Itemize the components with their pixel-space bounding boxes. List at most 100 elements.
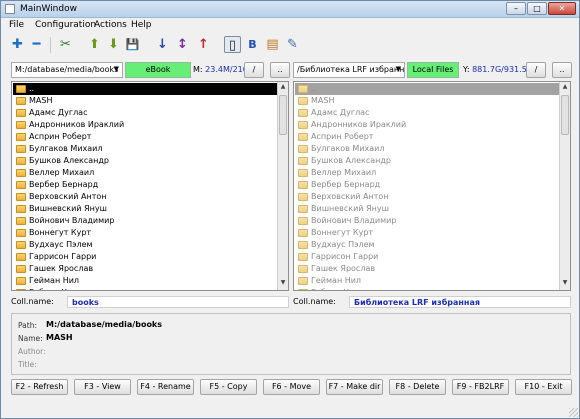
folder-icon	[298, 265, 308, 273]
list-item[interactable]: Гейман Нил	[295, 275, 559, 287]
list-item[interactable]: Воннегут Курт	[13, 227, 277, 239]
list-item[interactable]: Вишневский Януш	[295, 203, 559, 215]
list-item[interactable]: Вудхаус Пэлем	[13, 239, 277, 251]
left-scroll-thumb[interactable]	[279, 95, 287, 135]
copy-button[interactable]: F5 - Copy	[200, 379, 257, 395]
right-root-button[interactable]: /	[526, 62, 546, 78]
right-memory-label: Y:	[463, 65, 470, 74]
list-item[interactable]: Андронников Ираклий	[295, 119, 559, 131]
list-item[interactable]: Верховский Антон	[295, 191, 559, 203]
list-item[interactable]: ..	[295, 83, 559, 95]
add-icon[interactable]: ✚	[9, 36, 26, 53]
list-item-label: Веллер Михаил	[29, 168, 95, 177]
sort-asc-icon[interactable]: ↓	[154, 36, 171, 53]
exit-button[interactable]: F10 - Exit	[515, 379, 572, 395]
menu-help[interactable]: Help	[131, 20, 152, 30]
toolbar: ✚ ━ ✂ ⬆ ⬇ 💾 ↓ ↕ ↑ ▯ B ▤ ✎	[1, 33, 579, 57]
list-item[interactable]: Вербер Бернард	[13, 179, 277, 191]
list-item[interactable]: MASH	[13, 95, 277, 107]
list-item[interactable]: Вудхаус Пэлем	[295, 239, 559, 251]
folder-icon	[16, 121, 26, 129]
list-item[interactable]: Войнович Владимир	[13, 215, 277, 227]
list-item[interactable]: ..	[13, 83, 277, 95]
tools-icon[interactable]: ✂	[57, 36, 74, 53]
list-item-label: Булгаков Михаил	[311, 144, 385, 153]
scroll-up-icon[interactable]: ▲	[279, 83, 287, 93]
maximize-button[interactable]: □	[527, 2, 547, 15]
list-item[interactable]: Адамс Дуглас	[13, 107, 277, 119]
right-collection-label: Coll.name:	[293, 297, 336, 306]
list-item[interactable]: Гашек Ярослав	[295, 263, 559, 275]
minimize-button[interactable]: –	[506, 2, 526, 15]
down-arrow-icon[interactable]: ⬇	[105, 36, 122, 53]
eraser-icon[interactable]: ✎	[284, 36, 301, 53]
left-root-button[interactable]: /	[244, 62, 264, 78]
resize-grip[interactable]	[569, 408, 578, 417]
right-path-combo[interactable]: /Библиотека LRF избранная ▼	[293, 62, 405, 78]
books-icon[interactable]: ▤	[264, 36, 281, 53]
move-button[interactable]: F6 - Move	[263, 379, 320, 395]
list-item[interactable]: MASH	[295, 95, 559, 107]
close-button[interactable]: ✕	[548, 2, 576, 15]
list-item[interactable]: Андронников Ираклий	[13, 119, 277, 131]
left-file-list[interactable]: .. MASH Адамс Дуглас Андронников Ираклий Асп…	[11, 81, 289, 291]
refresh-button[interactable]: F2 - Refresh	[11, 379, 68, 395]
list-item-label: Асприн Роберт	[29, 132, 92, 141]
scroll-down-icon[interactable]: ▼	[279, 279, 287, 289]
list-item-label: Бушков Александр	[311, 156, 392, 165]
left-scrollbar[interactable]: ▲ ▼	[277, 82, 288, 290]
list-item[interactable]: Веллер Михаил	[13, 167, 277, 179]
list-item[interactable]: Вербер Бернард	[295, 179, 559, 191]
right-scroll-thumb[interactable]	[561, 95, 569, 135]
left-target-badge[interactable]: eBook	[125, 62, 191, 78]
folder-icon	[298, 181, 308, 189]
right-scrollbar[interactable]: ▲ ▼	[559, 82, 570, 290]
list-item[interactable]: Веллер Михаил	[295, 167, 559, 179]
list-item[interactable]: Войнович Владимир	[295, 215, 559, 227]
left-path-combo[interactable]: M:/database/media/books ▼	[11, 62, 123, 78]
folder-icon	[298, 241, 308, 249]
sort-numbers-icon[interactable]: ↕	[174, 36, 191, 53]
left-up-button[interactable]: ..	[270, 62, 290, 78]
right-path-value: /Библиотека LRF избранная	[297, 65, 405, 74]
right-file-list[interactable]: .. MASH Адамс Дуглас Андронников Ираклий Асп…	[293, 81, 571, 291]
left-path-row: M:/database/media/books ▼ eBook M: 23.4M…	[11, 62, 291, 79]
list-item[interactable]: Гейман Нил	[13, 275, 277, 287]
menu-configuration[interactable]: Configuration	[35, 20, 96, 30]
info-path-value: M:/database/media/books	[46, 320, 163, 329]
list-item[interactable]: Асприн Роберт	[13, 131, 277, 143]
list-item[interactable]: Гоблин Уолтер	[295, 287, 559, 290]
list-item[interactable]: Гоблин Уолтер	[13, 287, 277, 290]
scroll-down-icon[interactable]: ▼	[561, 279, 569, 289]
list-item[interactable]: Вишневский Януш	[13, 203, 277, 215]
scroll-up-icon[interactable]: ▲	[561, 83, 569, 93]
right-up-button[interactable]: ..	[552, 62, 572, 78]
list-item[interactable]: Верховский Антон	[13, 191, 277, 203]
rename-button[interactable]: F4 - Rename	[137, 379, 194, 395]
sort-desc-icon[interactable]: ↑	[195, 36, 212, 53]
device-icon[interactable]: ▯	[224, 36, 241, 53]
list-item[interactable]: Булгаков Михаил	[295, 143, 559, 155]
save-icon[interactable]: 💾	[124, 36, 141, 53]
list-item[interactable]: Гашек Ярослав	[13, 263, 277, 275]
list-item[interactable]: Адамс Дуглас	[295, 107, 559, 119]
folder-icon	[16, 229, 26, 237]
make-dir-button[interactable]: F7 - Make dir	[326, 379, 383, 395]
list-item[interactable]: Булгаков Михаил	[13, 143, 277, 155]
delete-button[interactable]: F8 - Delete	[389, 379, 446, 395]
remove-icon[interactable]: ━	[28, 36, 45, 53]
up-arrow-icon[interactable]: ⬆	[86, 36, 103, 53]
list-item[interactable]: Бушков Александр	[295, 155, 559, 167]
menu-actions[interactable]: Actions	[94, 20, 127, 30]
left-collection-row: Coll.name: books	[11, 296, 289, 309]
list-item[interactable]: Гаррисон Гарри	[295, 251, 559, 263]
list-item[interactable]: Воннегут Курт	[295, 227, 559, 239]
list-item[interactable]: Асприн Роберт	[295, 131, 559, 143]
book-icon[interactable]: B	[244, 36, 261, 53]
fb2lrf-button[interactable]: F9 - FB2LRF	[452, 379, 509, 395]
list-item[interactable]: Гаррисон Гарри	[13, 251, 277, 263]
right-target-badge[interactable]: Local Files	[407, 62, 459, 78]
menu-file[interactable]: File	[9, 20, 24, 30]
view-button[interactable]: F3 - View	[74, 379, 131, 395]
list-item[interactable]: Бушков Александр	[13, 155, 277, 167]
